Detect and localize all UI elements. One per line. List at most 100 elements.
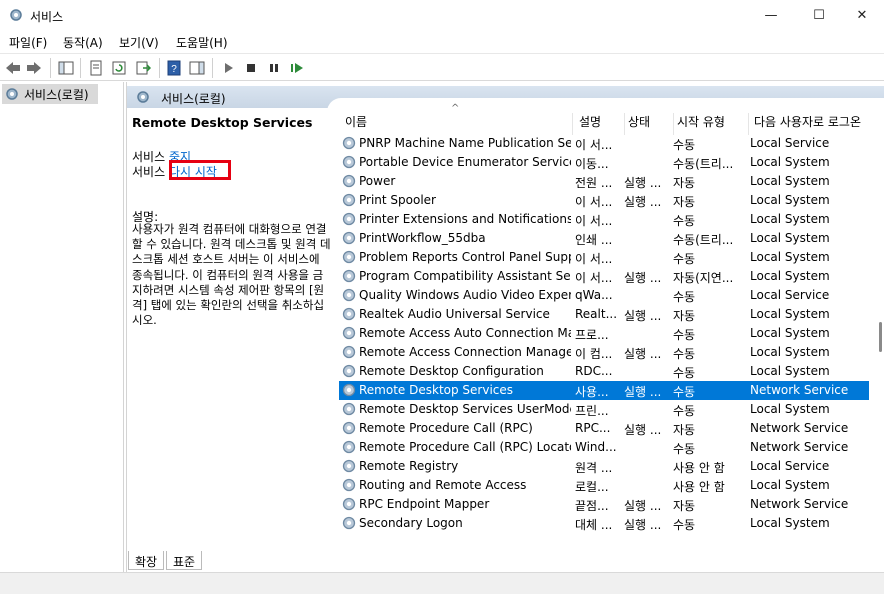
- service-row[interactable]: Problem Reports Control Panel Supp... 이 서…: [339, 248, 869, 267]
- svg-text:?: ?: [171, 64, 177, 75]
- service-description: 전원 ...: [575, 176, 613, 190]
- service-name: Remote Registry: [359, 459, 459, 473]
- service-row[interactable]: Realtek Audio Universal Service Realt... 실…: [339, 305, 869, 324]
- service-logon: Local System: [750, 231, 830, 245]
- service-row[interactable]: Secondary Logon 대체 ... 실행 ... 수동 Local Syste…: [339, 514, 869, 533]
- service-row[interactable]: Routing and Remote Access 로컬... 사용 안 함 Loca…: [339, 476, 869, 495]
- service-logon: Network Service: [750, 383, 849, 397]
- service-row[interactable]: Print Spooler 이 서... 실행 ... 자동 Local System: [339, 191, 869, 210]
- service-row[interactable]: Portable Device Enumerator Service 이동... 수…: [339, 153, 869, 172]
- close-button[interactable]: ✕: [839, 0, 884, 31]
- service-row[interactable]: Remote Desktop Services UserMode ... 프린..…: [339, 400, 869, 419]
- service-name: Printer Extensions and Notifications: [359, 212, 571, 226]
- service-gear-icon: [342, 136, 356, 150]
- service-status: 실행 ...: [624, 423, 662, 437]
- service-status: 실행 ...: [624, 176, 662, 190]
- service-row[interactable]: Remote Access Auto Connection Ma... 프로...…: [339, 324, 869, 343]
- service-row[interactable]: Remote Procedure Call (RPC) RPC... 실행 ... 자…: [339, 419, 869, 438]
- service-row[interactable]: Remote Desktop Services 사용... 실행 ... 수동 Netw…: [339, 381, 869, 400]
- service-row[interactable]: PNRP Machine Name Publication Ser... 이 서.…: [339, 134, 869, 153]
- menu-help[interactable]: 도움말(H): [176, 34, 228, 51]
- stop-prefix: 서비스: [132, 150, 166, 164]
- service-description: RPC...: [575, 421, 611, 435]
- help-icon[interactable]: ?: [164, 58, 184, 78]
- service-row[interactable]: PrintWorkflow_55dba 인쇄 ... 수동(트리... Local S…: [339, 229, 869, 248]
- tree-node-label: 서비스(로컬): [24, 87, 89, 102]
- description-text: 사용자가 원격 컴퓨터에 대화형으로 연결할 수 있습니다. 원격 데스크톱 및…: [132, 222, 331, 328]
- menu-view[interactable]: 보기(V): [119, 34, 159, 51]
- service-startup-type: 수동: [673, 442, 696, 456]
- service-status: 실행 ...: [624, 499, 662, 513]
- service-status: 실행 ...: [624, 385, 662, 399]
- service-name: RPC Endpoint Mapper: [359, 497, 490, 511]
- service-row[interactable]: Quality Windows Audio Video Experi... qWa…: [339, 286, 869, 305]
- service-gear-icon: [342, 193, 356, 207]
- col-description[interactable]: 설명: [579, 113, 625, 135]
- start-service-icon[interactable]: [218, 58, 238, 78]
- service-row[interactable]: Power 전원 ... 실행 ... 자동 Local System: [339, 172, 869, 191]
- service-startup-type: 사용 안 함: [673, 480, 725, 494]
- col-log-on-as[interactable]: 다음 사용자로 로그온: [754, 113, 871, 135]
- service-logon: Local System: [750, 326, 830, 340]
- service-logon: Local Service: [750, 136, 830, 150]
- maximize-button[interactable]: ☐: [796, 0, 842, 31]
- properties-icon[interactable]: [86, 58, 106, 78]
- toolbar-separator: [212, 58, 213, 78]
- scroll-thumb[interactable]: [879, 322, 882, 352]
- vertical-scrollbar[interactable]: [875, 98, 884, 548]
- highlight-box: [169, 160, 231, 180]
- service-logon: Local System: [750, 212, 830, 226]
- service-row[interactable]: Remote Access Connection Manager 이 컴... 실행…: [339, 343, 869, 362]
- service-name: Program Compatibility Assistant Serv...: [359, 269, 571, 283]
- service-gear-icon: [342, 364, 356, 378]
- service-row[interactable]: Program Compatibility Assistant Serv... 이…: [339, 267, 869, 286]
- export-list-icon[interactable]: [133, 58, 153, 78]
- service-startup-type: 수동: [673, 366, 696, 380]
- service-name: Routing and Remote Access: [359, 478, 527, 492]
- stop-service-icon[interactable]: [241, 58, 261, 78]
- service-description: 이동...: [575, 157, 609, 171]
- tab-standard[interactable]: 표준: [166, 551, 203, 570]
- menu-file[interactable]: 파일(F): [9, 34, 47, 51]
- service-row[interactable]: Remote Desktop Configuration RDC... 수동 Loca…: [339, 362, 869, 381]
- show-hide-action-pane-icon[interactable]: [187, 58, 207, 78]
- service-gear-icon: [342, 307, 356, 321]
- service-name: Problem Reports Control Panel Supp...: [359, 250, 571, 264]
- service-gear-icon: [342, 421, 356, 435]
- service-gear-icon: [342, 497, 356, 511]
- service-name: Power: [359, 174, 396, 188]
- service-gear-icon: [342, 250, 356, 264]
- service-row[interactable]: Remote Registry 원격 ... 사용 안 함 Local Service: [339, 457, 869, 476]
- service-gear-icon: [342, 402, 356, 416]
- services-gear-icon: [6, 88, 18, 100]
- forward-arrow-icon[interactable]: [24, 58, 44, 78]
- service-row[interactable]: Remote Procedure Call (RPC) Locator Wind.…: [339, 438, 869, 457]
- service-description: 이 서...: [575, 138, 613, 152]
- col-name[interactable]: 이름: [345, 113, 573, 135]
- service-row[interactable]: RPC Endpoint Mapper 끝점... 실행 ... 자동 Network …: [339, 495, 869, 514]
- service-description: 원격 ...: [575, 461, 613, 475]
- menu-action[interactable]: 동작(A): [63, 34, 103, 51]
- restart-service-icon[interactable]: [287, 58, 307, 78]
- pause-service-icon[interactable]: [264, 58, 284, 78]
- services-list: ^ 이름 설명 상태 시작 유형 다음 사용자로 로그온 PNRP Machin…: [339, 103, 871, 533]
- toolbar-separator: [50, 58, 51, 78]
- col-status[interactable]: 상태: [628, 113, 674, 135]
- status-bar: [0, 572, 884, 594]
- service-logon: Local System: [750, 402, 830, 416]
- service-name: PrintWorkflow_55dba: [359, 231, 486, 245]
- refresh-icon[interactable]: [109, 58, 129, 78]
- service-logon: Local System: [750, 155, 830, 169]
- service-row[interactable]: Printer Extensions and Notifications 이 서.…: [339, 210, 869, 229]
- back-arrow-icon[interactable]: [3, 58, 23, 78]
- minimize-button[interactable]: —: [748, 0, 794, 31]
- service-status: 실행 ...: [624, 347, 662, 361]
- col-startup-type[interactable]: 시작 유형: [677, 113, 749, 135]
- service-gear-icon: [342, 174, 356, 188]
- tree-node-services-local[interactable]: 서비스(로컬): [2, 84, 98, 104]
- console-tree-icon[interactable]: [56, 58, 76, 78]
- tab-extended[interactable]: 확장: [128, 551, 165, 570]
- service-name: Secondary Logon: [359, 516, 463, 530]
- service-gear-icon: [342, 478, 356, 492]
- service-startup-type: 자동: [673, 176, 696, 190]
